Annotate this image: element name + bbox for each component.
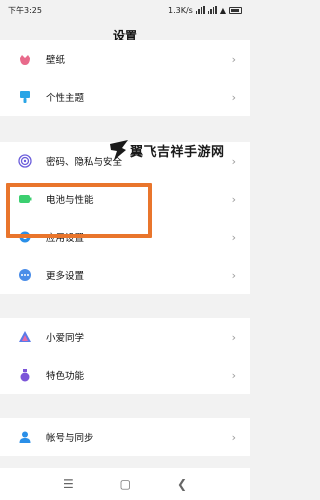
paintbrush-icon	[18, 90, 32, 104]
settings-item-label: 壁纸	[46, 55, 66, 66]
settings-item-label: 小爱同学	[46, 333, 85, 344]
chevron-right-icon: ›	[231, 430, 236, 444]
chevron-right-icon: ›	[231, 330, 236, 344]
menu-icon[interactable]: ☰	[63, 477, 74, 491]
watermark-logo: 翼飞吉祥手游网	[108, 135, 233, 165]
settings-item-xiaoai[interactable]: 小爱同学 ›	[0, 318, 250, 356]
more-dots-icon	[18, 268, 32, 282]
settings-group-1: 壁纸 › 个性主题 ›	[0, 40, 250, 116]
settings-item-label: 帐号与同步	[46, 433, 94, 444]
back-icon[interactable]: ❮	[177, 477, 187, 491]
settings-item-account[interactable]: 帐号与同步 ›	[0, 418, 250, 456]
chevron-right-icon: ›	[231, 268, 236, 282]
status-bar: 下午3:25 1.3K/s ▲	[0, 0, 250, 20]
flask-icon	[18, 368, 32, 382]
chevron-right-icon: ›	[231, 192, 236, 206]
highlight-box	[6, 183, 152, 238]
watermark-bird-icon	[110, 140, 128, 160]
settings-item-label: 特色功能	[46, 371, 85, 382]
status-time: 下午3:25	[8, 5, 42, 15]
watermark-text: 翼飞吉祥手游网	[130, 144, 225, 160]
account-icon	[18, 430, 32, 444]
settings-group-4: 帐号与同步 ›	[0, 418, 250, 456]
settings-item-wallpaper[interactable]: 壁纸 ›	[0, 40, 250, 78]
xiaoai-icon	[18, 330, 32, 344]
fingerprint-icon	[18, 154, 32, 168]
chevron-right-icon: ›	[231, 230, 236, 244]
wallpaper-flower-icon	[18, 52, 32, 66]
chevron-right-icon: ›	[231, 90, 236, 104]
home-icon[interactable]: ▢	[120, 477, 131, 491]
chevron-right-icon: ›	[231, 368, 236, 382]
system-nav-bar: ☰ ▢ ❮	[0, 468, 250, 500]
settings-item-label: 更多设置	[46, 271, 85, 282]
settings-item-more[interactable]: 更多设置 ›	[0, 256, 250, 294]
status-icons: 1.3K/s ▲	[168, 6, 242, 15]
wifi-icon: ▲	[219, 5, 226, 15]
settings-item-label: 个性主题	[46, 93, 85, 104]
chevron-right-icon: ›	[231, 52, 236, 66]
network-speed: 1.3K/s	[168, 5, 193, 15]
signal-icon	[195, 6, 205, 14]
settings-item-theme[interactable]: 个性主题 ›	[0, 78, 250, 116]
battery-icon	[229, 6, 242, 14]
signal-icon-2	[207, 6, 217, 14]
settings-item-features[interactable]: 特色功能 ›	[0, 356, 250, 394]
settings-group-3: 小爱同学 › 特色功能 ›	[0, 318, 250, 394]
